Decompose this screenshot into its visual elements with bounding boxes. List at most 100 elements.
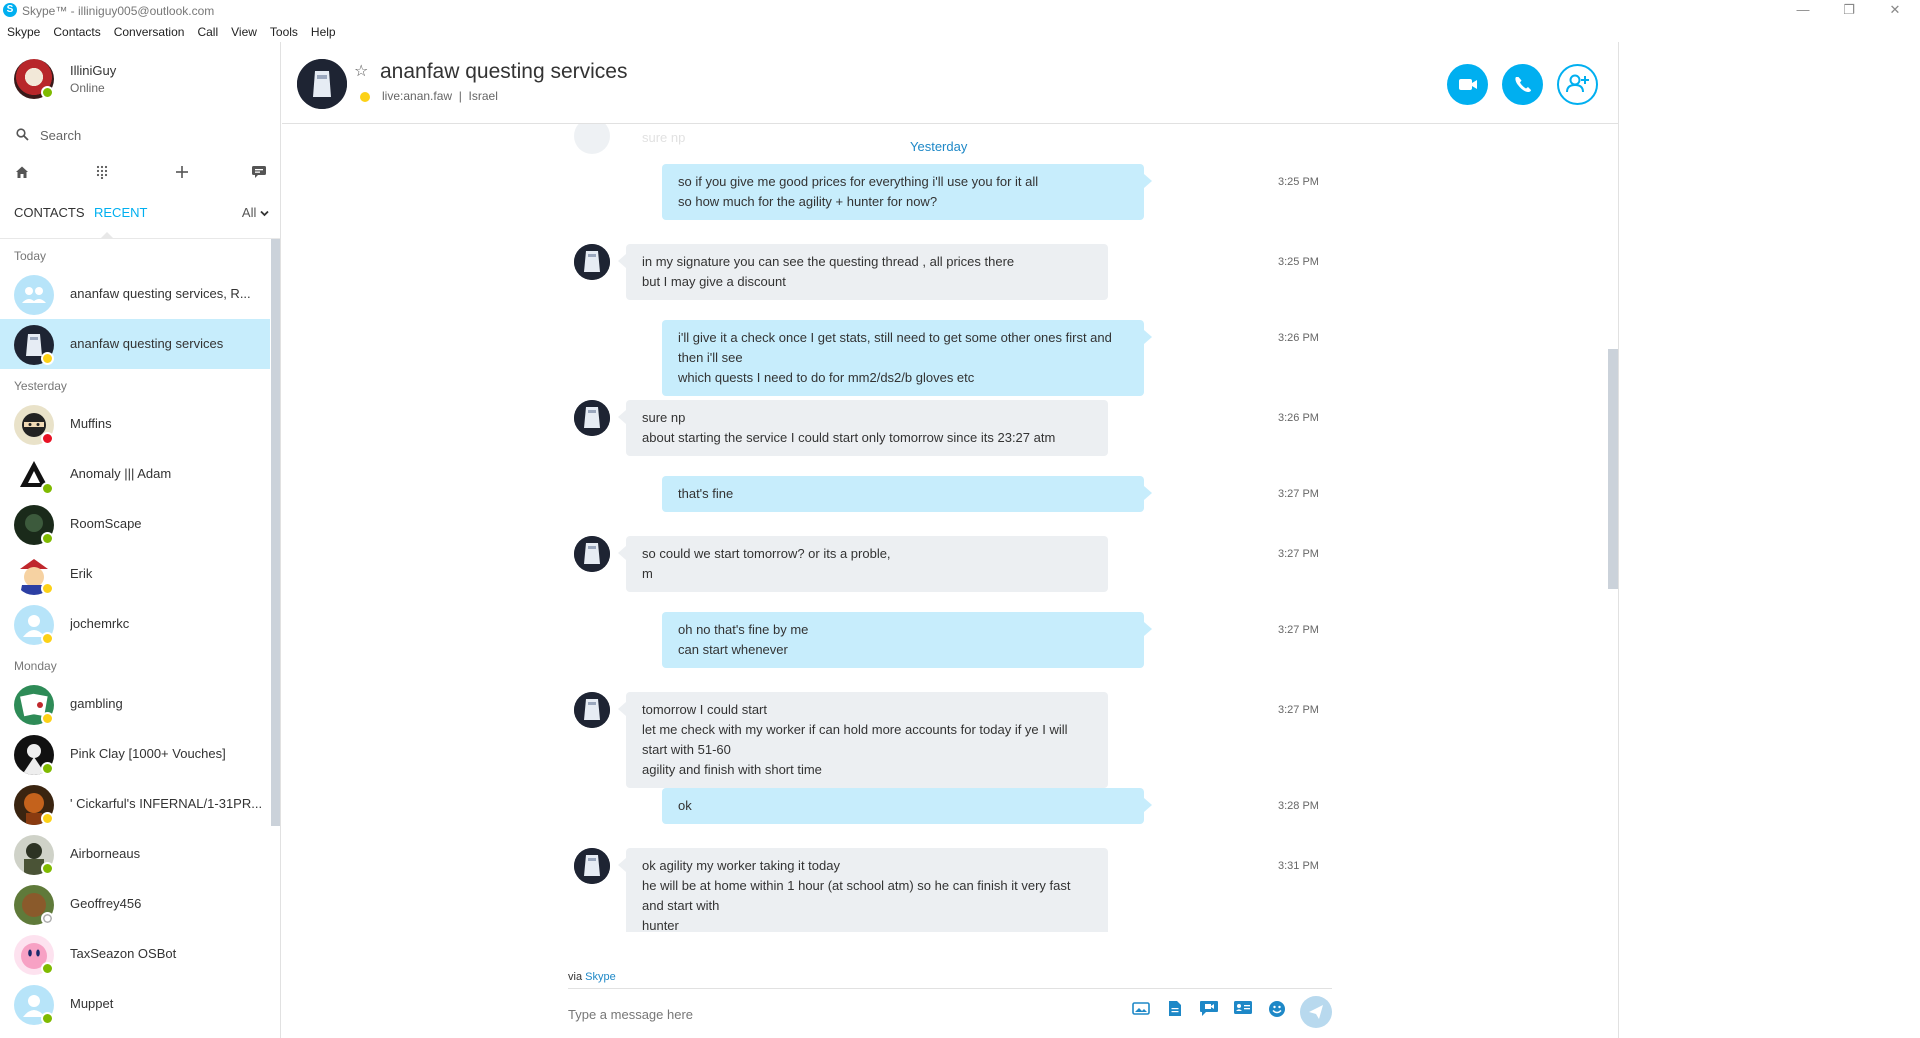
profile-presence-icon [41, 86, 54, 99]
close-button[interactable]: ✕ [1872, 0, 1918, 22]
add-people-button[interactable] [1557, 64, 1598, 105]
menu-help[interactable]: Help [304, 22, 342, 42]
profile-name[interactable]: IlliniGuy [70, 63, 116, 78]
incoming-message[interactable]: in my signature you can see the questing… [618, 244, 1108, 300]
menu-skype[interactable]: Skype [0, 22, 46, 42]
favorite-star-icon[interactable]: ☆ [354, 61, 368, 81]
recent-item[interactable]: Geoffrey456 [0, 879, 270, 929]
messages-scrollbar-thumb[interactable] [1608, 349, 1618, 589]
search-input[interactable]: Search [40, 128, 81, 143]
conversation-header: ☆ ananfaw questing services live:anan.fa… [282, 42, 1618, 124]
message-timestamp: 3:27 PM [1278, 548, 1319, 560]
incoming-message[interactable]: sure np about starting the service I coul… [618, 400, 1108, 456]
contact-avatar[interactable] [297, 59, 347, 109]
via-text: via [568, 971, 583, 983]
section-today: Today [14, 249, 47, 263]
sender-avatar[interactable] [574, 244, 610, 280]
contact-name: Anomaly ||| Adam [70, 466, 172, 481]
send-contacts-icon[interactable] [1230, 1000, 1256, 1024]
recent-item[interactable]: ananfaw questing services, R... [0, 269, 270, 319]
recent-item[interactable]: Airborneaus [0, 829, 270, 879]
incoming-message[interactable]: ok agility my worker taking it today he w… [618, 848, 1108, 932]
dialpad-icon[interactable] [90, 165, 114, 187]
via-skype-link[interactable]: Skype [585, 971, 616, 983]
recent-item[interactable]: Erik [0, 549, 270, 599]
video-call-button[interactable] [1447, 64, 1488, 105]
add-icon[interactable] [170, 165, 194, 187]
outgoing-message[interactable]: ok [662, 788, 1152, 824]
recent-item[interactable]: RoomScape [0, 499, 270, 549]
send-photo-icon[interactable] [1128, 1000, 1154, 1024]
menu-call[interactable]: Call [190, 22, 224, 42]
recent-item[interactable]: gambling [0, 679, 270, 729]
message-input[interactable]: Type a message here [568, 1007, 693, 1022]
message-text: sure np [642, 410, 686, 425]
sidebar-scrollbar-thumb[interactable] [271, 239, 280, 826]
video-message-icon[interactable] [1196, 1000, 1222, 1024]
tab-recent[interactable]: RECENT [94, 205, 147, 220]
menu-view[interactable]: View [224, 22, 263, 42]
messages-scrollbar[interactable] [1608, 124, 1618, 932]
recent-item[interactable]: Muffins [0, 399, 270, 449]
send-button[interactable] [1300, 996, 1332, 1028]
presence-away-icon [41, 582, 54, 595]
menu-contacts[interactable]: Contacts [46, 22, 106, 42]
contact-avatar [14, 275, 54, 315]
contact-name: ananfaw questing services, R... [70, 286, 251, 301]
message-text: he will be at home within 1 hour (at sch… [642, 878, 1071, 913]
via-label: via Skype [568, 971, 616, 983]
presence-offline-icon [41, 912, 54, 925]
sender-avatar[interactable] [574, 692, 610, 728]
message-text: oh no that's fine by me [678, 622, 809, 637]
sender-avatar[interactable] [574, 848, 610, 884]
recent-item[interactable]: Anomaly ||| Adam [0, 449, 270, 499]
menu-tools[interactable]: Tools [263, 22, 304, 42]
faded-message: sure np [642, 130, 686, 145]
recent-item[interactable]: ananfaw questing services [0, 319, 270, 369]
contact-name: Geoffrey456 [70, 896, 142, 911]
search-box[interactable]: Search [14, 125, 269, 147]
presence-online-icon [41, 1012, 54, 1025]
conversation-title: ananfaw questing services [380, 60, 628, 83]
restore-button[interactable]: ❐ [1826, 0, 1872, 22]
sidebar-scrollbar[interactable] [270, 239, 280, 1038]
recent-item[interactable]: Muppet [0, 979, 270, 1029]
home-icon[interactable] [10, 165, 34, 187]
message-timestamp: 3:25 PM [1278, 256, 1319, 268]
outgoing-message[interactable]: so if you give me good prices for everyt… [662, 164, 1152, 220]
search-icon [16, 128, 29, 144]
audio-call-button[interactable] [1502, 64, 1543, 105]
sender-avatar[interactable] [574, 400, 610, 436]
outgoing-message[interactable]: i'll give it a check once I get stats, s… [662, 320, 1152, 396]
skype-id-link[interactable]: live:anan.faw [382, 89, 452, 103]
contact-name: Pink Clay [1000+ Vouches] [70, 746, 226, 761]
minimize-button[interactable]: — [1780, 0, 1826, 22]
recent-item[interactable]: TaxSeazon OSBot [0, 929, 270, 979]
outgoing-message[interactable]: oh no that's fine by me can start wheneve… [662, 612, 1152, 668]
incoming-message[interactable]: tomorrow I could start let me check with … [618, 692, 1108, 788]
emoticon-icon[interactable] [1264, 1000, 1290, 1024]
outgoing-message[interactable]: that's fine [662, 476, 1152, 512]
recent-item[interactable]: ' Cickarful's INFERNAL/1-31PR... [0, 779, 270, 829]
message-text: can start whenever [678, 642, 788, 657]
recent-item[interactable]: Pink Clay [1000+ Vouches] [0, 729, 270, 779]
conversation-subtitle: live:anan.faw | Israel [382, 89, 498, 103]
presence-online-icon [41, 862, 54, 875]
sender-avatar[interactable] [574, 536, 610, 572]
tab-contacts[interactable]: CONTACTS [14, 205, 85, 220]
menu-conversation[interactable]: Conversation [107, 22, 191, 42]
message-text: that's fine [678, 486, 734, 501]
recent-item[interactable]: jochemrkc [0, 599, 270, 649]
section-yesterday: Yesterday [14, 379, 67, 393]
contact-name: jochemrkc [70, 616, 130, 631]
profile-status[interactable]: Online [70, 81, 105, 95]
send-icon [1309, 1005, 1323, 1019]
message-text: ok [678, 798, 692, 813]
composer-divider [568, 988, 1332, 989]
incoming-message[interactable]: so could we start tomorrow? or its a pro… [618, 536, 1108, 592]
send-file-icon[interactable] [1162, 1000, 1188, 1024]
filter-dropdown[interactable]: All [242, 205, 269, 220]
new-chat-icon[interactable] [247, 165, 271, 187]
contact-name: TaxSeazon OSBot [70, 946, 177, 961]
presence-busy-icon [41, 432, 54, 445]
